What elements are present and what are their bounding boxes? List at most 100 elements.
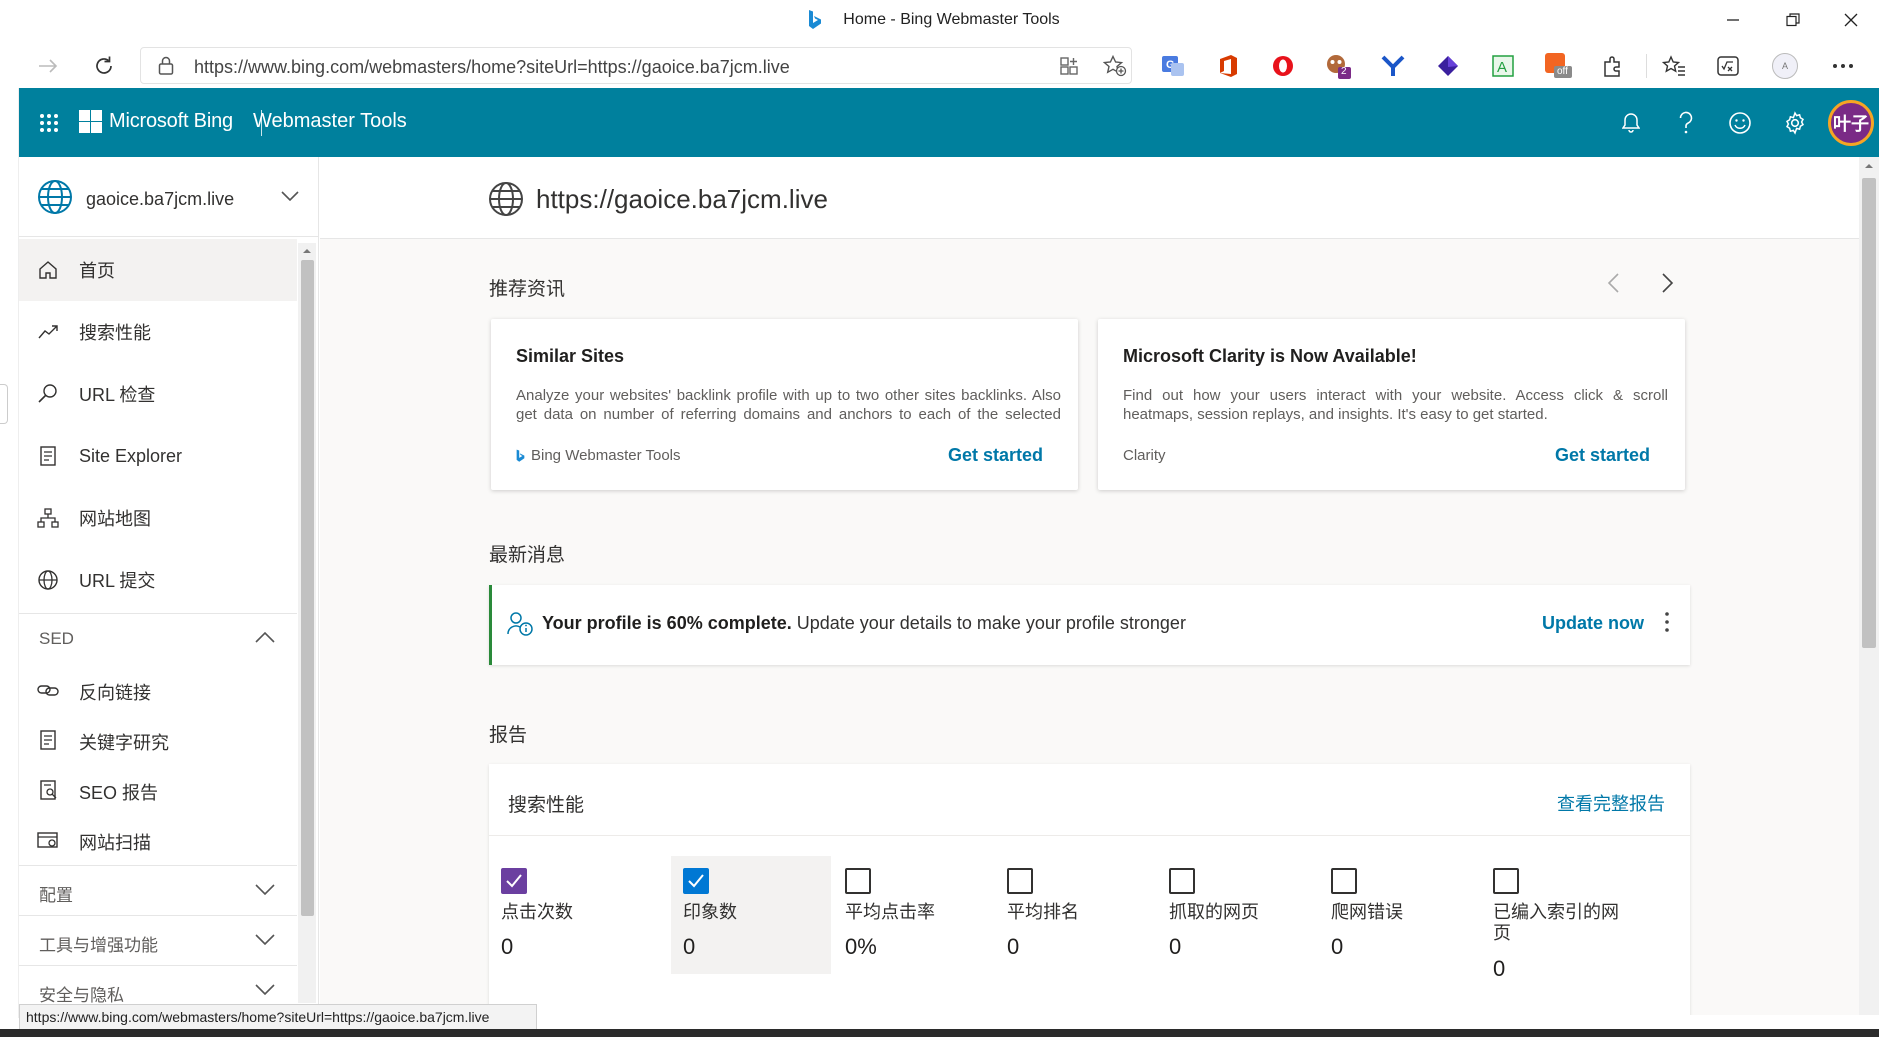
chevron-down-icon[interactable] <box>255 934 275 945</box>
office-extension-icon[interactable] <box>1214 52 1242 80</box>
checkbox-unchecked[interactable] <box>1007 868 1033 894</box>
checkbox-unchecked[interactable] <box>1169 868 1195 894</box>
sidebar-item-url-submission[interactable]: URL 提交 <box>19 549 297 611</box>
update-now-button[interactable]: Update now <box>1542 613 1644 634</box>
metric-label: 点击次数 <box>501 902 573 922</box>
section-config[interactable]: 配置 <box>19 865 297 915</box>
math-solver-icon[interactable] <box>1714 52 1742 80</box>
brand-name[interactable]: Microsoft Bing <box>109 110 233 133</box>
checkbox-checked[interactable] <box>501 868 527 894</box>
minimize-button[interactable] <box>1710 5 1756 35</box>
site-name[interactable]: gaoice.ba7jcm.live <box>86 189 234 210</box>
address-bar[interactable]: https://www.bing.com/webmasters/home?sit… <box>140 47 1132 84</box>
checkbox-unchecked[interactable] <box>1493 868 1519 894</box>
get-started-button[interactable]: Get started <box>948 445 1043 466</box>
extensions-puzzle-icon[interactable] <box>1599 52 1627 80</box>
feedback-smiley-icon[interactable] <box>1725 108 1755 138</box>
a-extension-icon[interactable]: A <box>1489 52 1517 80</box>
site-selector[interactable]: gaoice.ba7jcm.live <box>19 157 318 237</box>
sidebar-item-search-performance[interactable]: 搜索性能 <box>19 301 297 363</box>
refresh-button[interactable] <box>86 48 122 84</box>
forward-button[interactable] <box>30 48 66 84</box>
more-options-icon[interactable] <box>1829 52 1857 80</box>
sidebar-item-home[interactable]: 首页 <box>19 239 297 301</box>
cube-extension-icon[interactable] <box>1434 52 1462 80</box>
microsoft-logo-icon <box>79 110 102 133</box>
restore-button[interactable] <box>1770 5 1816 35</box>
sidebar-item-url-inspection[interactable]: URL 检查 <box>19 363 297 425</box>
profile-avatar: A <box>1772 53 1798 79</box>
sidebar-item-site-explorer[interactable]: Site Explorer <box>19 425 297 487</box>
section-tools[interactable]: 工具与增强功能 <box>19 915 297 965</box>
carousel-prev-icon[interactable] <box>1607 273 1619 293</box>
metric-label: 爬网错误 <box>1331 902 1403 922</box>
search-icon <box>37 383 59 405</box>
favorites-icon[interactable] <box>1660 52 1688 80</box>
settings-gear-icon[interactable] <box>1780 108 1810 138</box>
chevron-down-icon[interactable] <box>281 191 299 201</box>
metric-ctr[interactable]: 平均点击率 0% <box>833 856 993 974</box>
browser-toolbar: https://www.bing.com/webmasters/home?sit… <box>0 42 1879 88</box>
checkbox-checked[interactable] <box>683 868 709 894</box>
reports-title: 报告 <box>489 725 528 746</box>
sidebar-edge-tab[interactable] <box>0 384 8 424</box>
card-similar-sites: Similar Sites Analyze your websites' bac… <box>491 319 1078 490</box>
card-description: Find out how your users interact with yo… <box>1123 387 1668 423</box>
metric-indexed-pages[interactable]: 已编入索引的网页 0 <box>1481 856 1631 981</box>
section-label: SED <box>39 629 74 648</box>
metric-clicks[interactable]: 点击次数 0 <box>489 856 649 974</box>
view-full-report-link[interactable]: 查看完整报告 <box>1557 790 1665 816</box>
metric-value: 0% <box>845 934 877 959</box>
get-started-button[interactable]: Get started <box>1555 445 1650 466</box>
metric-label: 已编入索引的网页 <box>1493 902 1619 943</box>
user-avatar[interactable]: 叶子 <box>1828 100 1874 146</box>
chevron-down-icon[interactable] <box>255 984 275 995</box>
close-window-button[interactable] <box>1828 5 1874 35</box>
product-name[interactable]: Webmaster Tools <box>253 110 407 133</box>
sidebar-item-sitemap[interactable]: 网站地图 <box>19 487 297 549</box>
app-available-icon[interactable] <box>1059 56 1079 76</box>
metric-impressions[interactable]: 印象数 0 <box>671 856 831 974</box>
checkbox-unchecked[interactable] <box>1331 868 1357 894</box>
sidebar-item-backlinks[interactable]: 反向链接 <box>19 665 297 715</box>
card-source: Clarity <box>1123 447 1166 464</box>
metric-value: 0 <box>1007 934 1020 959</box>
home-icon <box>37 259 59 281</box>
help-icon[interactable] <box>1671 108 1701 138</box>
metric-crawled-pages[interactable]: 抓取的网页 0 <box>1157 856 1317 974</box>
carousel-next-icon[interactable] <box>1662 273 1674 293</box>
opera-extension-icon[interactable] <box>1269 52 1297 80</box>
chevron-down-icon[interactable] <box>255 884 275 895</box>
sidebar-item-site-scan[interactable]: 网站扫描 <box>19 815 297 865</box>
metric-crawl-errors[interactable]: 爬网错误 0 <box>1319 856 1479 974</box>
checkbox-unchecked[interactable] <box>845 868 871 894</box>
report-header: 搜索性能 查看完整报告 <box>489 764 1690 836</box>
y-extension-icon[interactable] <box>1379 52 1407 80</box>
left-edge-panel <box>0 88 19 1018</box>
main-scroll-thumb[interactable] <box>1862 178 1876 648</box>
document-icon <box>37 729 59 751</box>
sidebar-item-label: 关键字研究 <box>79 733 169 753</box>
sidebar-item-keyword-research[interactable]: 关键字研究 <box>19 715 297 765</box>
sitemap-icon <box>37 507 59 529</box>
add-favorite-icon[interactable] <box>1103 55 1127 77</box>
lock-icon[interactable] <box>158 56 174 75</box>
toolbar-divider <box>1646 54 1647 78</box>
notifications-bell-icon[interactable] <box>1616 108 1646 138</box>
sidebar-scroll-thumb[interactable] <box>301 260 314 916</box>
rss-extension-icon[interactable]: off <box>1544 52 1572 80</box>
sidebar-item-label: 网站扫描 <box>79 833 151 853</box>
profile-message: Your profile is 60% complete. Update you… <box>542 613 1186 634</box>
tampermonkey-extension-icon[interactable]: 2 <box>1324 52 1352 80</box>
report-icon <box>37 779 59 801</box>
app-launcher-icon[interactable] <box>39 113 59 133</box>
translate-extension-icon[interactable]: G <box>1159 52 1187 80</box>
chevron-up-icon[interactable] <box>255 632 275 643</box>
metric-avg-position[interactable]: 平均排名 0 <box>995 856 1155 974</box>
address-text[interactable]: https://www.bing.com/webmasters/home?sit… <box>194 57 790 78</box>
sidebar-item-label: 反向链接 <box>79 683 151 703</box>
profile-button[interactable]: A <box>1771 52 1799 80</box>
section-sed[interactable]: SED <box>19 613 297 663</box>
more-vertical-icon[interactable] <box>1664 611 1670 633</box>
sidebar-item-seo-report[interactable]: SEO 报告 <box>19 765 297 815</box>
